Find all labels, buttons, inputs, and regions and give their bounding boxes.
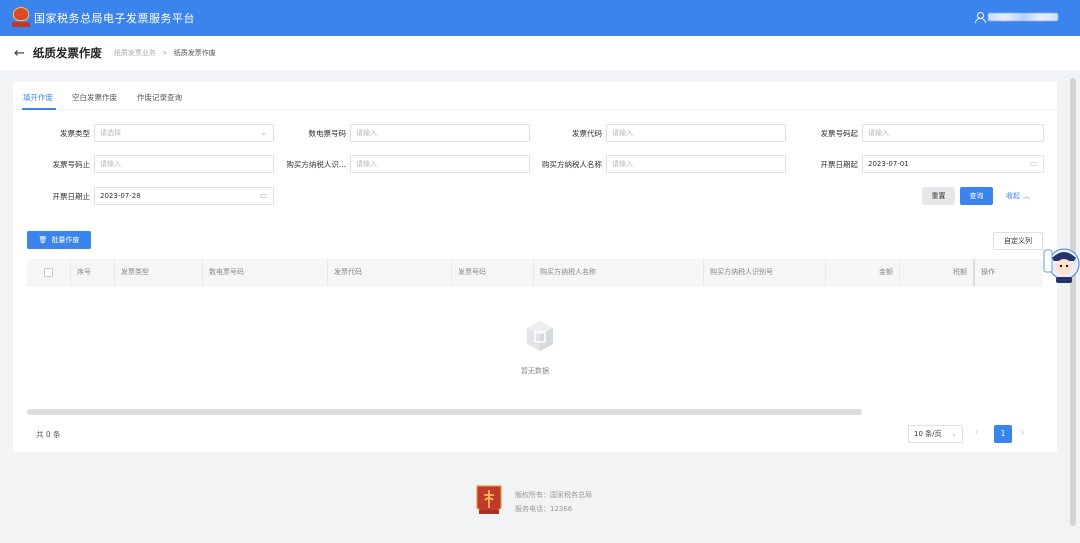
batch-void-button[interactable]: 🗑 批量作废 <box>27 231 91 249</box>
active-tab-indicator <box>22 108 56 110</box>
buyer-name-input[interactable]: 请输入 <box>606 155 786 173</box>
user-icon <box>975 12 986 23</box>
calendar-icon: ▭ <box>259 191 267 200</box>
query-button[interactable]: 查询 <box>960 187 993 205</box>
tax-emblem-logo <box>12 7 30 29</box>
date-start-label: 开票日期起 <box>820 160 859 169</box>
invoice-type-select[interactable]: 请选择 ⌄ <box>94 124 274 142</box>
column-header-index: 序号 <box>70 259 114 286</box>
footer-service-phone: 服务电话：12366 <box>515 505 573 513</box>
tab-bar: 填开作废 空白发票作废 作废记录查询 <box>13 82 1057 110</box>
chevron-up-icon: ︿ <box>1023 192 1030 200</box>
page-size-value: 10 条/页 <box>914 430 942 438</box>
buyer-tax-id-input[interactable]: 请输入 <box>350 155 530 173</box>
column-header-invoice-code: 发票代码 <box>327 259 451 286</box>
empty-state-text: 暂无数据 <box>521 367 549 375</box>
empty-box-icon <box>527 321 553 351</box>
breadcrumb-item-paper-invoice[interactable]: 纸质发票业务 <box>114 48 156 58</box>
invoice-type-label: 发票类型 <box>60 129 90 138</box>
tab-fill-void[interactable]: 填开作废 <box>23 92 53 103</box>
invoice-no-start-input[interactable]: 请输入 <box>862 124 1044 142</box>
back-arrow-icon[interactable]: ← <box>14 46 25 61</box>
page-header: ← 纸质发票作废 纸质发票业务 > 纸质发票作废 <box>0 36 1080 70</box>
prev-page-icon[interactable]: ‹ <box>975 428 979 438</box>
footer-copyright: 版权所有：国家税务总局 <box>515 491 592 499</box>
invoice-code-input[interactable]: 请输入 <box>606 124 786 142</box>
column-header-invoice-no: 发票号码 <box>451 259 533 286</box>
invoice-code-label: 发票代码 <box>572 129 602 138</box>
breadcrumb: 纸质发票业务 > 纸质发票作废 <box>114 48 216 58</box>
user-name-redacted <box>988 13 1058 21</box>
e-invoice-no-input[interactable]: 请输入 <box>350 124 530 142</box>
column-header-tax: 税额 <box>899 259 973 286</box>
batch-void-label: 批量作废 <box>51 236 80 244</box>
page-vertical-scrollbar[interactable] <box>1070 78 1076 526</box>
tab-blank-void[interactable]: 空白发票作废 <box>72 92 117 103</box>
column-header-buyer-name: 购买方纳税人名称 <box>533 259 703 286</box>
buyer-tax-id-label: 购买方纳税人识... <box>286 160 346 169</box>
collapse-label: 收起 <box>1006 192 1020 200</box>
user-menu[interactable] <box>975 12 1058 23</box>
e-invoice-no-label: 数电票号码 <box>308 129 347 138</box>
assistant-avatar-icon[interactable] <box>1042 244 1080 284</box>
column-header-e-invoice-no: 数电票号码 <box>202 259 327 286</box>
buyer-name-label: 购买方纳税人名称 <box>542 160 602 169</box>
date-end-picker[interactable]: 2023-07-28 ▭ <box>94 187 274 205</box>
column-header-buyer-tax-id: 购买方纳税人识别号 <box>703 259 825 286</box>
main-card: 填开作废 空白发票作废 作废记录查询 发票类型 请选择 ⌄ 数电票号码 请输入 … <box>13 82 1057 452</box>
table-horizontal-scrollbar[interactable] <box>27 409 862 415</box>
page-number-current[interactable]: 1 <box>994 425 1012 443</box>
column-header-actions: 操作 <box>973 259 1043 286</box>
invoice-no-end-label: 发票号码止 <box>52 160 91 169</box>
calendar-icon: ▭ <box>1029 159 1037 168</box>
invoice-no-start-label: 发票号码起 <box>820 129 859 138</box>
top-bar: 国家税务总局电子发票服务平台 <box>0 0 1080 36</box>
column-header-invoice-type: 发票类型 <box>114 259 202 286</box>
chevron-down-icon: ⌄ <box>260 128 267 137</box>
next-page-icon[interactable]: › <box>1021 428 1025 438</box>
select-all-checkbox[interactable] <box>44 268 53 277</box>
page-size-select[interactable]: 10 条/页 ⌄ <box>908 425 963 443</box>
date-end-label: 开票日期止 <box>52 192 91 201</box>
tab-void-records[interactable]: 作废记录查询 <box>137 92 182 103</box>
column-header-amount: 金额 <box>825 259 899 286</box>
collapse-button[interactable]: 收起 ︿ <box>1001 187 1035 205</box>
invoice-no-end-input[interactable]: 请输入 <box>94 155 274 173</box>
total-count: 共 0 条 <box>36 430 61 439</box>
breadcrumb-separator: > <box>161 49 168 57</box>
breadcrumb-item-current: 纸质发票作废 <box>173 49 216 57</box>
tax-bureau-footer-logo <box>476 485 502 514</box>
date-start-picker[interactable]: 2023-07-01 ▭ <box>862 155 1044 173</box>
page-title: 纸质发票作废 <box>32 46 102 60</box>
trash-icon: 🗑 <box>38 236 48 244</box>
reset-button[interactable]: 重置 <box>922 187 955 205</box>
chevron-down-icon: ⌄ <box>951 430 957 438</box>
custom-columns-button[interactable]: 自定义列 <box>993 232 1043 250</box>
app-title: 国家税务总局电子发票服务平台 <box>34 12 195 25</box>
table-header: 序号 发票类型 数电票号码 发票代码 发票号码 购买方纳税人名称 购买方纳税人识… <box>27 259 1043 286</box>
